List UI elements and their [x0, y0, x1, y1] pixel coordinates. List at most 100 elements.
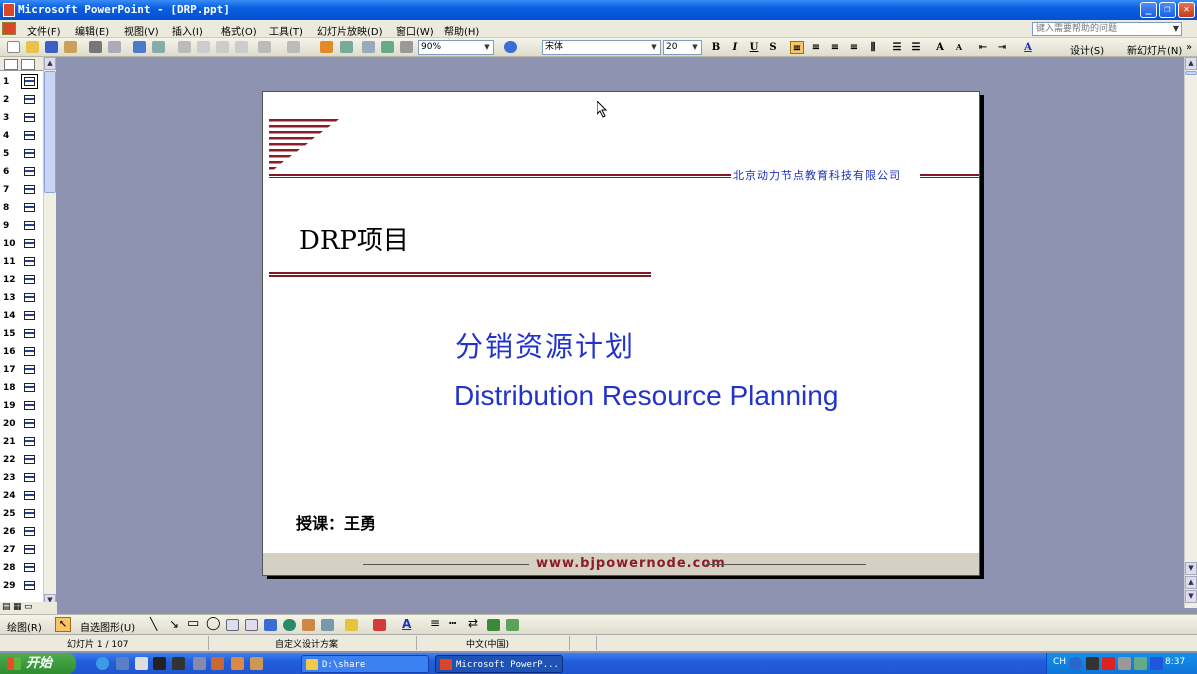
task-powerpoint[interactable]: Microsoft PowerP... [435, 655, 563, 673]
slide-thumbnail-item[interactable]: 6 [0, 164, 43, 182]
slide-thumbnail-icon[interactable] [24, 329, 35, 338]
line-style-icon[interactable]: ≡ [430, 616, 440, 630]
distribute-button[interactable]: ≡ [847, 41, 861, 54]
scroll-down-arrow[interactable]: ▼ [1185, 562, 1197, 575]
slide-thumbnail-item[interactable]: 1 [0, 74, 43, 92]
align-center-button[interactable]: ≡ [809, 41, 823, 54]
menu-slideshow[interactable]: 幻灯片放映(D) [317, 23, 383, 38]
show-desktop-icon[interactable] [135, 657, 148, 670]
increase-indent-button[interactable]: ⇥ [995, 41, 1009, 54]
mysql-icon[interactable] [172, 657, 185, 670]
dash-style-icon[interactable]: ┅ [449, 616, 456, 630]
redo-icon[interactable] [287, 41, 300, 53]
slide-thumbnail-item[interactable]: 21 [0, 434, 43, 452]
toolbar-options-icon[interactable]: » [1186, 42, 1192, 53]
rectangle-tool-icon[interactable]: ▭ [187, 616, 199, 631]
undo-icon[interactable] [258, 41, 271, 53]
input-language-indicator[interactable]: CH [1053, 657, 1066, 667]
picture-icon[interactable] [321, 619, 334, 631]
show-grid-icon[interactable] [400, 41, 413, 53]
menu-tools[interactable]: 工具(T) [269, 23, 303, 38]
slide-thumbnail-icon[interactable] [21, 74, 38, 89]
slide-thumbnail-item[interactable]: 7 [0, 182, 43, 200]
slide-thumbnail-item[interactable]: 23 [0, 470, 43, 488]
slide-thumbnail-item[interactable]: 27 [0, 542, 43, 560]
slide-thumbnail-icon[interactable] [24, 149, 35, 158]
slide-thumbnail-item[interactable]: 28 [0, 560, 43, 578]
underline-button[interactable]: U [747, 41, 761, 54]
research-icon[interactable] [152, 41, 165, 53]
scroll-up-arrow[interactable]: ▲ [44, 57, 56, 70]
tray-app-icon[interactable] [1118, 657, 1131, 670]
new-slide-button[interactable]: 新幻灯片(N) [1127, 42, 1182, 57]
arrow-tool-icon[interactable]: ↘ [169, 617, 179, 631]
slide-thumbnail-icon[interactable] [24, 365, 35, 374]
slide-thumbnail-icon[interactable] [24, 311, 35, 320]
slide-scrollbar[interactable]: ▲ ▼ ▲ ▼ [1184, 57, 1197, 608]
shadow-button[interactable]: S [766, 41, 780, 54]
slide-thumbnail-icon[interactable] [24, 185, 35, 194]
shadow-style-icon[interactable] [487, 619, 500, 631]
tab-slides[interactable] [21, 59, 35, 70]
oval-tool-icon[interactable]: ◯ [206, 616, 221, 631]
ie-browser-icon[interactable] [96, 657, 109, 670]
menu-format[interactable]: 格式(O) [221, 23, 257, 38]
lecturer-text[interactable]: 授课：王勇 [296, 510, 376, 534]
subtitle-english[interactable]: Distribution Resource Planning [454, 380, 838, 412]
arrow-style-icon[interactable]: ⇄ [468, 616, 478, 630]
slide-thumbnail-item[interactable]: 16 [0, 344, 43, 362]
font-name-select[interactable]: 宋体 ▼ [542, 40, 661, 55]
insert-chart-icon[interactable] [320, 41, 333, 53]
font-color-button[interactable]: A [1021, 41, 1035, 54]
font-size-select[interactable]: 20 ▼ [663, 40, 702, 55]
antivirus-icon[interactable] [1102, 657, 1115, 670]
next-slide-icon[interactable]: ▼ [1185, 590, 1197, 603]
slide-thumbnail-icon[interactable] [24, 473, 35, 482]
print-preview-icon[interactable] [108, 41, 121, 53]
help-icon[interactable] [504, 41, 517, 53]
select-pointer-icon[interactable]: ↖ [55, 617, 71, 632]
slide-thumbnail-item[interactable]: 13 [0, 290, 43, 308]
show-formatting-icon[interactable] [381, 41, 394, 53]
copy-icon[interactable] [197, 41, 210, 53]
slides-pane-scrollbar[interactable]: ▲ ▼ [43, 57, 56, 608]
clipart-icon[interactable] [302, 619, 315, 631]
cut-icon[interactable] [178, 41, 191, 53]
tool-app-icon[interactable] [231, 657, 244, 670]
numbering-button[interactable]: ☰ [890, 41, 904, 54]
fill-color-icon[interactable] [345, 619, 358, 631]
increase-font-button[interactable]: A [933, 41, 947, 54]
font-color-icon[interactable]: A [402, 617, 411, 631]
italic-button[interactable]: I [728, 41, 742, 54]
slide-thumbnail-icon[interactable] [24, 527, 35, 536]
new-document-icon[interactable] [7, 41, 20, 53]
menu-help[interactable]: 帮助(H) [444, 23, 479, 38]
slide-thumbnail-icon[interactable] [24, 383, 35, 392]
slide-thumbnail-icon[interactable] [24, 131, 35, 140]
scroll-thumb[interactable] [1185, 71, 1197, 75]
slide-thumbnail-item[interactable]: 11 [0, 254, 43, 272]
slide-thumbnail-item[interactable]: 4 [0, 128, 43, 146]
expand-all-icon[interactable] [362, 41, 375, 53]
diagram-icon[interactable] [283, 619, 296, 631]
slide-thumbnail-icon[interactable] [24, 257, 35, 266]
menu-edit[interactable]: 编辑(E) [75, 23, 109, 38]
archive-app-icon[interactable] [250, 657, 263, 670]
slide-thumbnail-icon[interactable] [24, 509, 35, 518]
slide-thumbnail-icon[interactable] [24, 275, 35, 284]
slide-thumbnail-icon[interactable] [24, 491, 35, 500]
align-left-button[interactable]: ≡ [790, 41, 804, 54]
slide-thumbnail-item[interactable]: 25 [0, 506, 43, 524]
slide-thumbnail-icon[interactable] [24, 347, 35, 356]
decrease-font-button[interactable]: A [952, 41, 966, 54]
close-button[interactable]: ✕ [1178, 2, 1195, 18]
slide-thumbnail-item[interactable]: 15 [0, 326, 43, 344]
slide-thumbnail-icon[interactable] [24, 401, 35, 410]
bold-button[interactable]: B [709, 41, 723, 54]
powerpoint-app-icon[interactable] [3, 3, 15, 17]
previous-slide-icon[interactable]: ▲ [1185, 576, 1197, 589]
slide-thumbnail-item[interactable]: 8 [0, 200, 43, 218]
chevron-down-icon[interactable]: ▼ [1173, 23, 1179, 35]
slide-thumbnail-item[interactable]: 19 [0, 398, 43, 416]
chevron-down-icon[interactable]: ▼ [649, 41, 659, 54]
